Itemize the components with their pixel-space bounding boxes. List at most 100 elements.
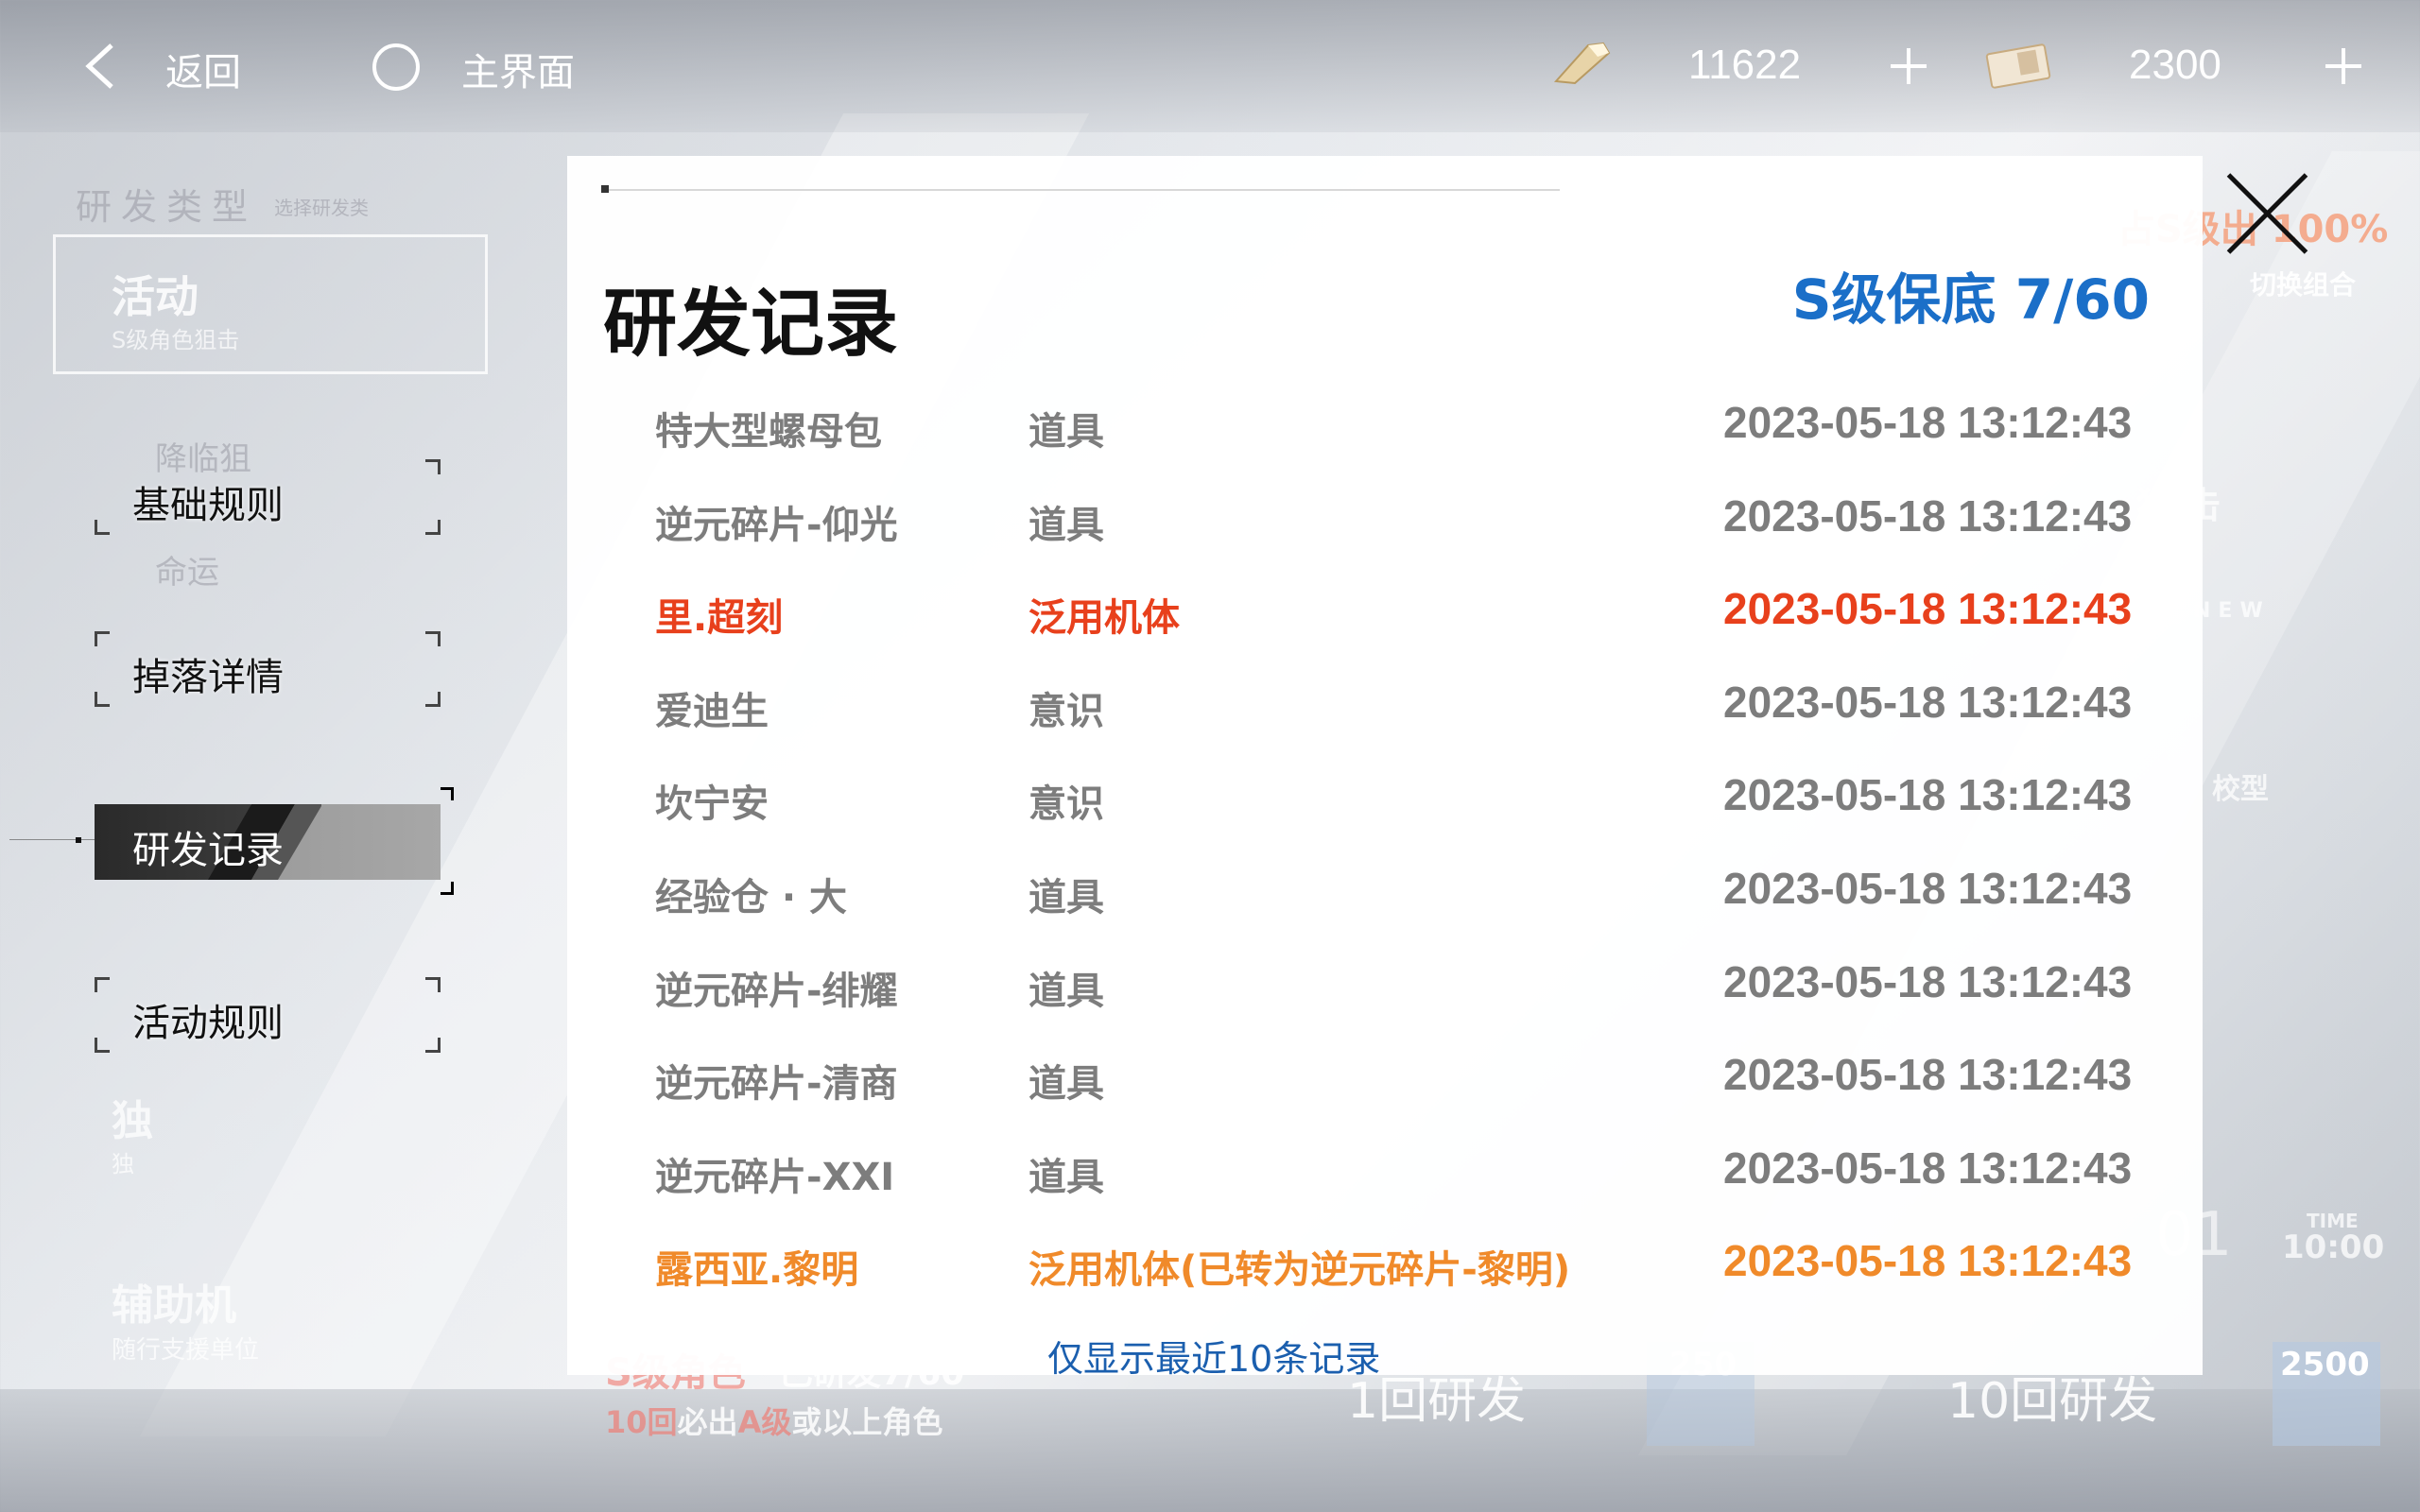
bg-solo-sub: 独 — [112, 1151, 134, 1177]
bg-guarantee-part3: A级 — [737, 1404, 792, 1440]
record-name: 爱迪生 — [655, 689, 769, 733]
bg-bottom-guarantee: 10回必出A级或以上角色 — [605, 1399, 942, 1442]
bg-time-label: TIME — [2307, 1210, 2359, 1232]
record-time: 2023-05-18 13:12:43 — [1723, 864, 2133, 913]
close-icon[interactable] — [2223, 168, 2314, 259]
bg-right-text3: 校型 — [2212, 773, 2269, 806]
top-bar: 返回 主界面 11622 2300 — [0, 0, 2420, 132]
plus-icon[interactable] — [1887, 44, 1930, 88]
record-type: 泛用机体(已转为逆元碎片-黎明) — [1028, 1248, 1571, 1293]
record-name: 逆元碎片-仰光 — [655, 503, 898, 547]
bg-time-value: 10:00 — [2282, 1228, 2385, 1266]
records-footnote: 仅显示最近10条记录 — [1047, 1338, 1381, 1380]
record-name: 露西亚.黎明 — [655, 1248, 859, 1293]
chevron-left-icon[interactable] — [81, 42, 119, 91]
resource2-value: 2300 — [2129, 42, 2221, 88]
record-time: 2023-05-18 13:12:43 — [1723, 1236, 2133, 1286]
record-name: 经验仓 · 大 — [655, 876, 848, 919]
bg-guarantee-part1: 10回 — [605, 1404, 678, 1440]
table-row: 露西亚.黎明 泛用机体(已转为逆元碎片-黎明) 2023-05-18 13:12:4… — [652, 1226, 2146, 1292]
corner-mark — [95, 459, 110, 474]
ticket-icon — [1985, 43, 2051, 89]
corner-mark — [95, 1038, 110, 1053]
table-row: 逆元碎片-仰光 道具 2023-05-18 13:12:43 — [652, 481, 2146, 547]
menu-item-label: 掉落详情 — [132, 656, 284, 699]
table-row: 里.超刻 泛用机体 2023-05-18 13:12:43 — [652, 574, 2146, 640]
corner-mark — [425, 459, 441, 474]
record-type: 泛用机体 — [1028, 596, 1180, 641]
bg-ten-cost: 2500 — [2280, 1346, 2370, 1383]
record-name: 里.超刻 — [655, 596, 784, 641]
bg-category-header: 研发类型 — [76, 186, 258, 228]
menu-item-label: 基础规则 — [132, 484, 284, 527]
table-row: 逆元碎片-XXI 道具 2023-05-18 13:12:43 — [652, 1133, 2146, 1199]
home-circle-icon[interactable] — [372, 43, 420, 91]
record-type: 意识 — [1028, 782, 1104, 827]
bg-switch-combo: 切换组合 — [2250, 269, 2357, 301]
record-type: 道具 — [1028, 969, 1104, 1013]
record-type: 道具 — [1028, 1155, 1104, 1199]
record-time: 2023-05-18 13:12:43 — [1723, 398, 2133, 447]
record-name: 特大型螺母包 — [655, 410, 882, 454]
bg-activity-label: 活动 — [112, 271, 199, 322]
dialog-decoration-line — [605, 189, 1560, 191]
table-row: 逆元碎片-绯耀 道具 2023-05-18 13:12:43 — [652, 947, 2146, 1013]
table-row: 坎宁安 意识 2023-05-18 13:12:43 — [652, 760, 2146, 826]
s-rank-pity-counter: S级保底 7/60 — [1791, 267, 2150, 332]
record-name: 逆元碎片-清商 — [655, 1062, 898, 1107]
record-name: 坎宁安 — [655, 782, 769, 827]
bg-right-text2: NEW — [2193, 599, 2271, 623]
menu-item-drop-details[interactable]: 掉落详情 — [95, 631, 441, 707]
table-row: 特大型螺母包 道具 2023-05-18 13:12:43 — [652, 387, 2146, 454]
bg-support-label: 辅助机 — [112, 1281, 236, 1330]
record-type: 道具 — [1028, 410, 1104, 454]
golden-key-icon — [1553, 42, 1611, 85]
bg-row2: 命运 — [155, 554, 219, 592]
record-time: 2023-05-18 13:12:43 — [1723, 584, 2133, 634]
selection-indicator-dot — [76, 837, 81, 843]
record-name: 逆元碎片-XXI — [655, 1155, 895, 1199]
selection-bracket-bottom — [441, 882, 454, 895]
resource1-value: 11622 — [1688, 42, 1802, 88]
selection-bracket-top — [441, 787, 454, 800]
home-button-label[interactable]: 主界面 — [461, 42, 575, 96]
corner-mark — [425, 1038, 441, 1053]
menu-item-label: 研发记录 — [132, 829, 284, 872]
record-time: 2023-05-18 13:12:43 — [1723, 490, 2133, 541]
selection-indicator-line — [9, 839, 95, 840]
menu-item-dev-records[interactable]: 研发记录 — [95, 804, 441, 880]
record-type: 道具 — [1028, 876, 1104, 919]
back-button-label[interactable]: 返回 — [165, 42, 241, 96]
record-type: 意识 — [1028, 689, 1104, 733]
bg-ten-cost-box: 2500 — [2273, 1342, 2380, 1446]
corner-mark — [95, 977, 110, 992]
corner-mark — [95, 692, 110, 707]
dialog-decoration-dot — [601, 185, 609, 193]
record-type: 道具 — [1028, 1062, 1104, 1107]
menu-item-activity-rules[interactable]: 活动规则 — [95, 977, 441, 1053]
record-time: 2023-05-18 13:12:43 — [1723, 677, 2133, 727]
plus-icon[interactable] — [2322, 44, 2365, 88]
menu-item-basic-rules[interactable]: 基础规则 — [95, 459, 441, 535]
bg-guarantee-part4: 或以上角色 — [791, 1404, 943, 1440]
corner-mark — [425, 631, 441, 646]
record-name: 逆元碎片-绯耀 — [655, 969, 898, 1013]
bg-support-sub: 随行支援单位 — [112, 1336, 260, 1365]
record-time: 2023-05-18 13:12:43 — [1723, 1143, 2133, 1193]
bg-activity-card — [53, 234, 488, 374]
bg-activity-sub: S级角色狙击 — [112, 327, 240, 353]
bg-category-hint: 选择研发类 — [274, 197, 369, 219]
record-time: 2023-05-18 13:12:43 — [1723, 1050, 2133, 1100]
bg-guarantee-part2: 必出 — [677, 1404, 738, 1440]
corner-mark — [95, 631, 110, 646]
menu-item-label: 活动规则 — [132, 1002, 284, 1045]
table-row: 爱迪生 意识 2023-05-18 13:12:43 — [652, 667, 2146, 733]
corner-mark — [425, 977, 441, 992]
record-type: 道具 — [1028, 503, 1104, 547]
record-time: 2023-05-18 13:12:43 — [1723, 770, 2133, 820]
corner-mark — [95, 520, 110, 535]
dialog-title: 研发记录 — [603, 282, 899, 367]
record-time: 2023-05-18 13:12:43 — [1723, 956, 2133, 1006]
table-row: 逆元碎片-清商 道具 2023-05-18 13:12:43 — [652, 1040, 2146, 1106]
corner-mark — [425, 520, 441, 535]
